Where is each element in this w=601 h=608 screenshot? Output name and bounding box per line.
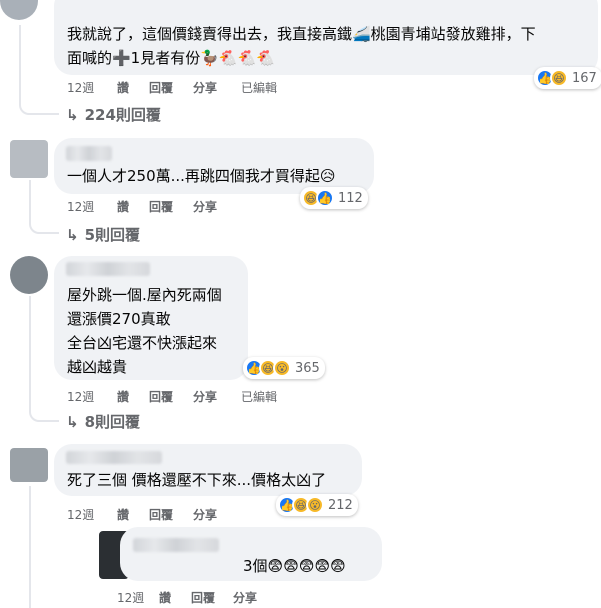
reaction-summary[interactable]: 👍 😆 167	[534, 67, 601, 89]
timestamp[interactable]: 12週	[117, 589, 159, 606]
commenter-name-blurred[interactable]	[66, 451, 162, 464]
like-button[interactable]: 讚	[117, 506, 149, 523]
comment-meta: 12週 讚 回覆 分享	[67, 198, 241, 215]
reply-button[interactable]: 回覆	[191, 589, 233, 606]
reaction-summary[interactable]: 👍 😆 😮 365	[243, 357, 325, 379]
reaction-count: 167	[572, 70, 597, 86]
like-button[interactable]: 讚	[159, 589, 191, 606]
reply-button[interactable]: 回覆	[149, 79, 193, 96]
reply-button[interactable]: 回覆	[149, 198, 193, 215]
comment-meta: 12週 讚 回覆 分享	[67, 506, 241, 523]
thread-connector	[29, 180, 59, 234]
comment-text-line: 一個人才250萬...再跳四個我才買得起😥	[67, 167, 336, 185]
edited-label: 已編輯	[241, 390, 278, 404]
avatar[interactable]	[10, 448, 48, 482]
commenter-name-blurred[interactable]	[133, 538, 219, 552]
comment-text-line: 全台凶宅還不快漲起來	[67, 334, 218, 352]
comment-text-line: 死了三個 價格還壓不下來...價格太凶了	[67, 471, 327, 489]
fearful-emoji-icon: 😨	[298, 557, 315, 575]
replies-count-label: 8則回覆	[84, 413, 141, 431]
share-button[interactable]: 分享	[193, 506, 241, 523]
reply-text: 3個😨😨😨😨😨	[243, 556, 346, 577]
reply-button[interactable]: 回覆	[149, 506, 193, 523]
share-button[interactable]: 分享	[233, 589, 281, 606]
like-button[interactable]: 讚	[117, 198, 149, 215]
reply-button[interactable]: 回覆	[149, 388, 193, 405]
like-button[interactable]: 讚	[117, 388, 149, 405]
view-replies-button[interactable]: ↳ 8則回覆	[66, 411, 140, 432]
timestamp[interactable]: 12週	[67, 388, 117, 405]
reply-arrow-icon: ↳	[66, 225, 79, 244]
fearful-emoji-icon: 😨	[314, 557, 331, 575]
edited-label: 已編輯	[241, 81, 278, 95]
comment-text-line: 屋外跳一個.屋內死兩個	[67, 286, 222, 304]
reaction-summary[interactable]: 😆 👍 112	[300, 187, 368, 209]
avatar[interactable]	[10, 256, 48, 294]
share-button[interactable]: 分享	[193, 388, 241, 405]
fearful-emoji-icon: 😨	[330, 557, 346, 575]
comment-meta: 12週 讚 回覆 分享 已編輯	[67, 79, 277, 96]
timestamp[interactable]: 12週	[67, 198, 117, 215]
wow-icon: 😮	[273, 359, 291, 377]
fearful-emoji-icon: 😨	[283, 557, 299, 575]
timestamp[interactable]: 12週	[67, 79, 117, 96]
like-button[interactable]: 讚	[117, 79, 149, 96]
reaction-count: 112	[338, 190, 363, 206]
timestamp[interactable]: 12週	[67, 506, 117, 523]
view-replies-button[interactable]: ↳ 5則回覆	[66, 224, 140, 245]
thread-connector	[19, 25, 59, 115]
thread-connector	[29, 486, 31, 608]
reply-meta: 12週 讚 回覆 分享	[117, 589, 281, 606]
replies-count-label: 224則回覆	[84, 106, 161, 124]
commenter-name-blurred[interactable]	[66, 146, 112, 161]
thread-connector	[29, 296, 59, 422]
view-replies-button[interactable]: ↳ 224則回覆	[66, 104, 161, 125]
like-icon: 👍	[316, 189, 334, 207]
avatar[interactable]	[0, 0, 38, 20]
comment-meta: 12週 讚 回覆 分享 已編輯	[67, 388, 277, 405]
comment-text-line: 越凶越貴	[67, 358, 128, 376]
wow-icon: 😮	[306, 496, 324, 514]
commenter-name-blurred[interactable]	[66, 262, 150, 276]
reaction-count: 365	[295, 360, 320, 376]
replies-count-label: 5則回覆	[84, 226, 141, 244]
reply-text-content: 3個	[243, 557, 268, 575]
share-button[interactable]: 分享	[193, 79, 241, 96]
share-button[interactable]: 分享	[193, 198, 241, 215]
comment-text-line: 面喊的➕1見者有份🦆🐔🐔🐔	[67, 49, 275, 67]
reply-arrow-icon: ↳	[66, 412, 79, 431]
reaction-count: 212	[328, 497, 353, 513]
reply-arrow-icon: ↳	[66, 105, 79, 124]
haha-icon: 😆	[550, 69, 568, 87]
reaction-summary[interactable]: 👍 😆 😮 212	[276, 494, 358, 516]
avatar[interactable]	[10, 140, 48, 178]
comment-text-line: 我就說了，這個價錢賣得出去，我直接高鐵🚄桃園青埔站發放雞排，下	[67, 25, 536, 43]
comment-text-line: 還漲價270真敢	[67, 310, 171, 328]
fearful-emoji-icon: 😨	[267, 557, 284, 575]
